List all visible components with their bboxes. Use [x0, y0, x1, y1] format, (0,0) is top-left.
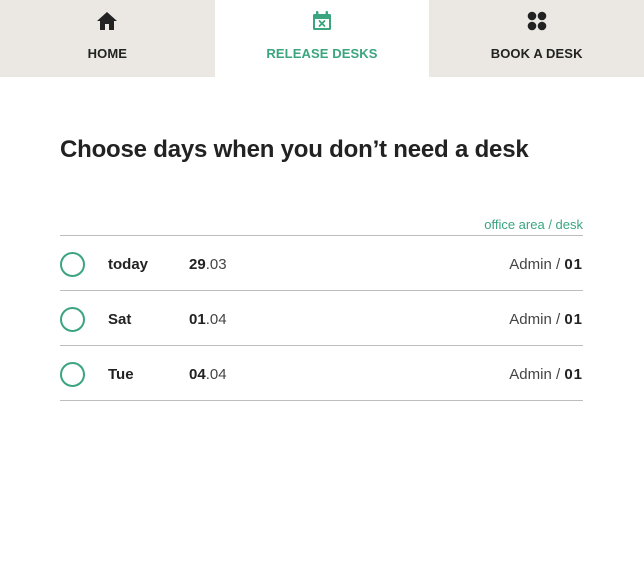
date-month: .04	[205, 311, 227, 328]
tab-home-label: HOME	[87, 46, 128, 61]
calendar-x-icon	[311, 10, 333, 32]
radio-button[interactable]	[60, 362, 85, 387]
date-month: .04	[205, 366, 227, 383]
office-area: Admin	[509, 366, 552, 383]
date-day: 01	[189, 311, 206, 328]
location-separator: /	[551, 366, 565, 383]
office-area: Admin	[509, 256, 552, 273]
desk-number: 01	[564, 366, 583, 383]
tab-book-a-desk[interactable]: BOOK A DESK	[429, 0, 644, 77]
release-days-list: today 29.03 Admin / 01 Sat 01.04 Admin /…	[60, 235, 583, 401]
list-item[interactable]: Sat 01.04 Admin / 01	[60, 291, 583, 346]
grid-dots-icon	[526, 10, 548, 32]
tab-bar: HOME RELEASE DESKS BOOK A DESK	[0, 0, 644, 77]
date-label: 29.03	[189, 256, 227, 273]
tab-release-desks[interactable]: RELEASE DESKS	[214, 0, 430, 77]
desk-location: Admin / 01	[509, 366, 583, 383]
date-day: 29	[189, 256, 206, 273]
day-label: today	[108, 256, 149, 273]
list-item[interactable]: Tue 04.04 Admin / 01	[60, 346, 583, 401]
column-header-office-area-desk: office area / desk	[484, 217, 583, 232]
radio-button[interactable]	[60, 252, 85, 277]
desk-location: Admin / 01	[509, 256, 583, 273]
desk-number: 01	[564, 256, 583, 273]
desk-location: Admin / 01	[509, 311, 583, 328]
radio-button[interactable]	[60, 307, 85, 332]
date-month: .03	[205, 256, 227, 273]
desk-number: 01	[564, 311, 583, 328]
tab-release-desks-label: RELEASE DESKS	[266, 46, 378, 61]
page-title: Choose days when you don’t need a desk	[60, 136, 529, 163]
date-label: 04.04	[189, 366, 227, 383]
tab-home[interactable]: HOME	[0, 0, 215, 77]
location-separator: /	[551, 256, 565, 273]
date-label: 01.04	[189, 311, 227, 328]
day-label: Sat	[108, 311, 132, 328]
office-area: Admin	[509, 311, 552, 328]
list-item[interactable]: today 29.03 Admin / 01	[60, 236, 583, 291]
date-day: 04	[189, 366, 206, 383]
home-icon	[96, 10, 118, 32]
tab-book-a-desk-label: BOOK A DESK	[490, 46, 583, 61]
location-separator: /	[551, 311, 565, 328]
day-label: Tue	[108, 366, 134, 383]
